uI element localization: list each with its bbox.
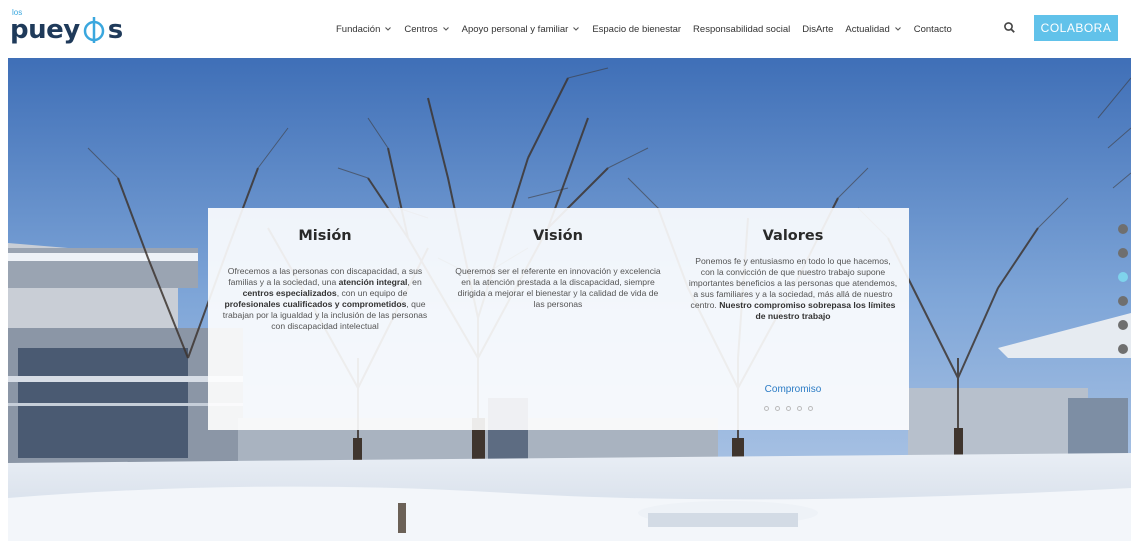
nav-item-contacto[interactable]: Contacto (908, 0, 958, 58)
logo-text-right: s (107, 15, 123, 45)
section-nav-dot[interactable] (1118, 320, 1128, 330)
carousel-dot[interactable] (808, 406, 813, 411)
chevron-down-icon (894, 27, 901, 31)
nav-item-label: Responsabilidad social (693, 23, 791, 35)
valores-text: Ponemos fe y entusiasmo en todo lo que h… (688, 256, 898, 322)
section-nav-dot-active[interactable] (1118, 272, 1128, 282)
nav-item-label: Contacto (913, 23, 952, 35)
vision-column: Visión Queremos ser el referente en inno… (453, 228, 663, 310)
section-nav-dot[interactable] (1118, 344, 1128, 354)
nav-item-fundacion[interactable]: Fundación (330, 0, 398, 58)
mision-bold-1: atención integral (338, 277, 408, 287)
carousel-dot[interactable] (797, 406, 802, 411)
nav-item-label: Centros (404, 23, 438, 35)
mision-column: Misión Ofrecemos a las personas con disc… (220, 228, 430, 332)
nav-item-responsabilidad[interactable]: Responsabilidad social (687, 0, 796, 58)
hero-slider: Misión Ofrecemos a las personas con disc… (8, 58, 1131, 541)
nav-item-bienestar[interactable]: Espacio de bienestar (586, 0, 687, 58)
mision-text: Ofrecemos a las personas con discapacida… (220, 266, 430, 332)
valores-title: Valores (762, 228, 824, 244)
compromiso-link[interactable]: Compromiso (728, 384, 858, 395)
site-header: los puey s Fundación Centros Apoyo perso… (0, 0, 1131, 58)
search-icon[interactable] (1002, 20, 1018, 36)
vision-title: Visión (533, 228, 583, 244)
nav-item-label: Apoyo personal y familiar (461, 23, 569, 35)
main-nav: Fundación Centros Apoyo personal y famil… (330, 0, 958, 58)
site-logo[interactable]: los puey s (10, 8, 123, 48)
chevron-down-icon (442, 27, 449, 31)
valores-bold-1: Nuestro compromiso sobrepasa los límites… (719, 300, 896, 321)
chevron-down-icon (385, 27, 392, 31)
section-nav-dot[interactable] (1118, 296, 1128, 306)
mision-text-3: , con un equipo de (336, 288, 408, 298)
vision-text: Queremos ser el referente en innovación … (455, 266, 661, 309)
nav-item-apoyo[interactable]: Apoyo personal y familiar (456, 0, 587, 58)
nav-item-label: DisArte (802, 23, 834, 35)
section-nav-dots (1118, 224, 1128, 354)
logo-text-left: puey (10, 15, 80, 45)
mision-bold-3: profesionales cualificados y comprometid… (224, 299, 407, 309)
logo-circle-icon (80, 17, 108, 43)
carousel-dot[interactable] (775, 406, 780, 411)
section-nav-dot[interactable] (1118, 224, 1128, 234)
nav-item-centros[interactable]: Centros (398, 0, 455, 58)
nav-item-actualidad[interactable]: Actualidad (839, 0, 907, 58)
section-nav-dot[interactable] (1118, 248, 1128, 258)
carousel-dot[interactable] (764, 406, 769, 411)
mision-text-2: , en (407, 277, 422, 287)
colabora-button[interactable]: COLABORA (1034, 15, 1118, 41)
chevron-down-icon (573, 27, 580, 31)
nav-item-disarte[interactable]: DisArte (796, 0, 839, 58)
carousel-dot[interactable] (786, 406, 791, 411)
nav-item-label: Fundación (336, 23, 381, 35)
panel-carousel-dots (764, 406, 813, 411)
nav-item-label: Espacio de bienestar (592, 23, 682, 35)
mision-bold-2: centros especializados (242, 288, 337, 298)
valores-column: Valores Ponemos fe y entusiasmo en todo … (688, 228, 898, 322)
mission-vision-values-panel: Misión Ofrecemos a las personas con disc… (208, 208, 909, 430)
mision-title: Misión (298, 228, 352, 244)
logo-wordmark: puey s (10, 15, 123, 45)
nav-item-label: Actualidad (845, 23, 890, 35)
